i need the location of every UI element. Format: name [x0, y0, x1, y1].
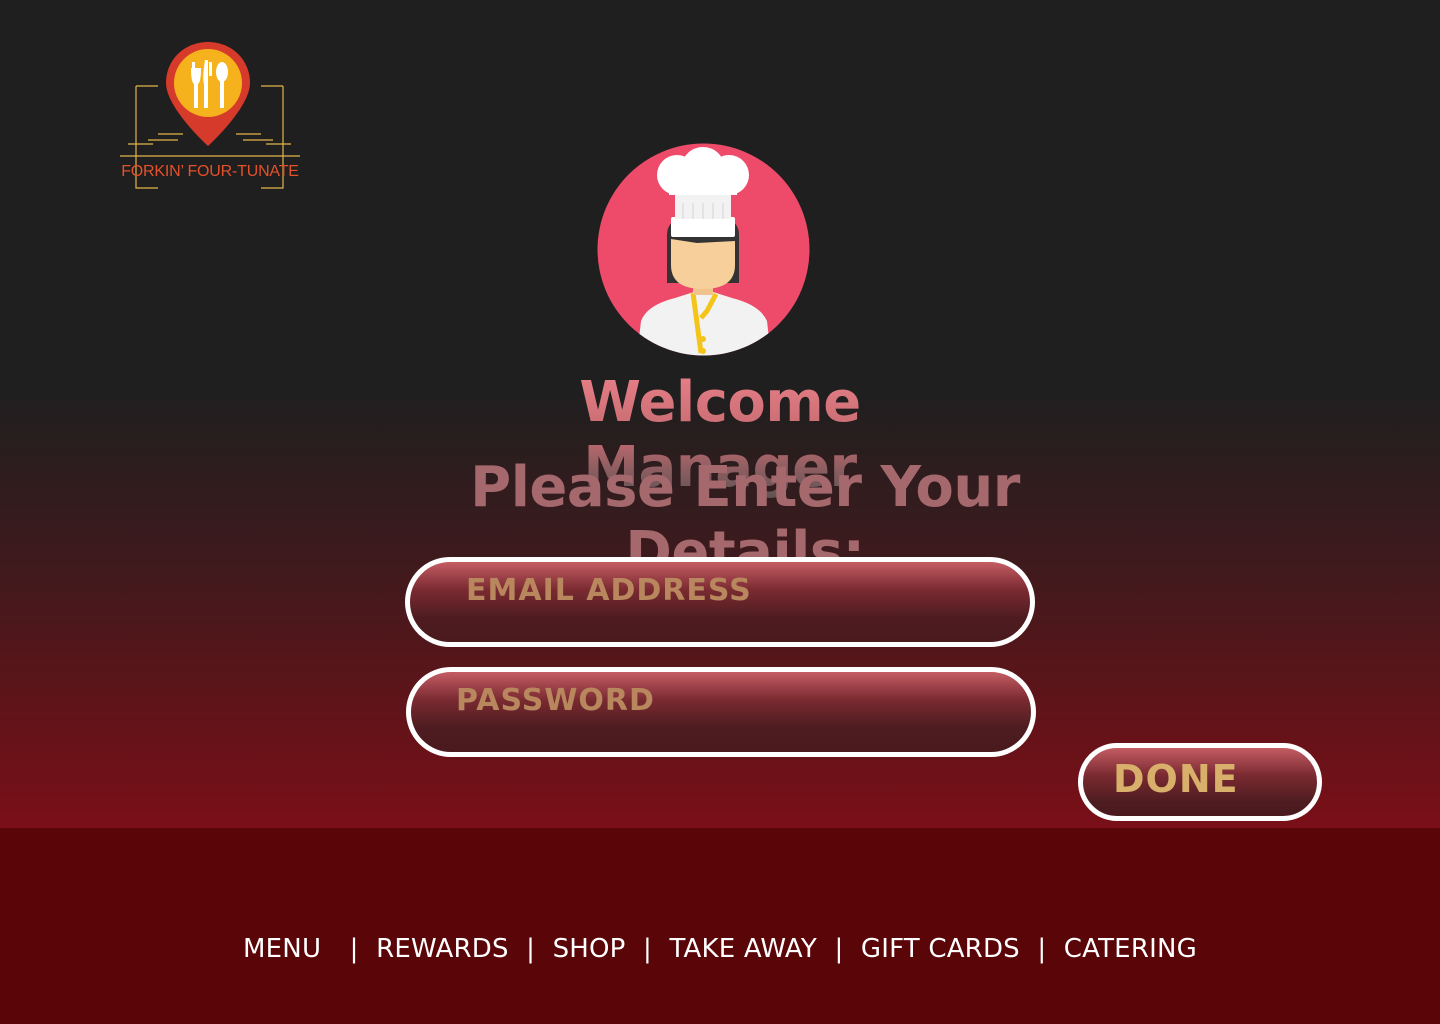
footer-link-catering[interactable]: CATERING — [1064, 934, 1197, 964]
footer-separator: | — [834, 934, 844, 964]
done-button[interactable]: DONE — [1078, 743, 1322, 821]
footer-separator: | — [349, 934, 359, 964]
footer-separator: | — [1037, 934, 1047, 964]
brand-name: FORKIN’ FOUR-TUNATE — [121, 163, 299, 180]
footer-link-take-away[interactable]: TAKE AWAY — [669, 934, 817, 964]
email-input[interactable] — [410, 562, 1030, 618]
footer-link-shop[interactable]: SHOP — [553, 934, 626, 964]
footer-link-rewards[interactable]: REWARDS — [376, 934, 509, 964]
password-field[interactable] — [406, 667, 1036, 757]
footer-link-gift-cards[interactable]: GIFT CARDS — [861, 934, 1020, 964]
footer-separator: | — [526, 934, 536, 964]
footer-link-menu[interactable]: MENU — [243, 934, 321, 964]
footer — [0, 828, 1440, 1024]
footer-separator: | — [643, 934, 652, 964]
password-input[interactable] — [411, 672, 1031, 728]
email-field[interactable] — [405, 557, 1035, 647]
done-button-label: DONE — [1113, 757, 1239, 801]
chef-avatar-icon — [597, 143, 810, 356]
footer-nav: MENU | REWARDS | SHOP | TAKE AWAY | GIFT… — [0, 934, 1440, 964]
